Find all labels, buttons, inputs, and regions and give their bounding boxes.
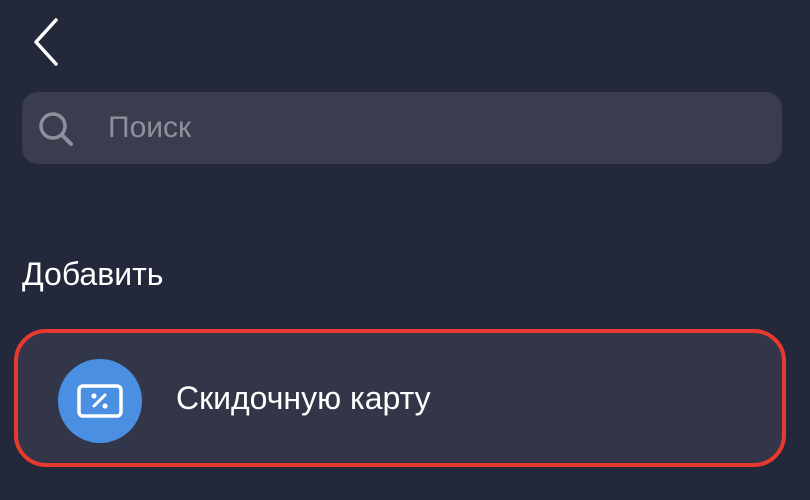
discount-card-icon-circle bbox=[58, 359, 142, 443]
add-discount-card-item[interactable]: Скидочную карту bbox=[14, 329, 786, 467]
add-discount-card-label: Скидочную карту bbox=[176, 380, 431, 416]
search-icon bbox=[39, 112, 73, 146]
search-input[interactable]: Поиск bbox=[22, 92, 782, 164]
chevron-left-icon bbox=[34, 18, 58, 66]
back-button[interactable] bbox=[26, 14, 66, 72]
section-title: Добавить bbox=[22, 256, 164, 292]
add-screen: { "header": { "back_icon": "chevron-left… bbox=[0, 0, 810, 500]
discount-card-icon bbox=[77, 384, 123, 418]
search-placeholder: Поиск bbox=[108, 111, 192, 144]
